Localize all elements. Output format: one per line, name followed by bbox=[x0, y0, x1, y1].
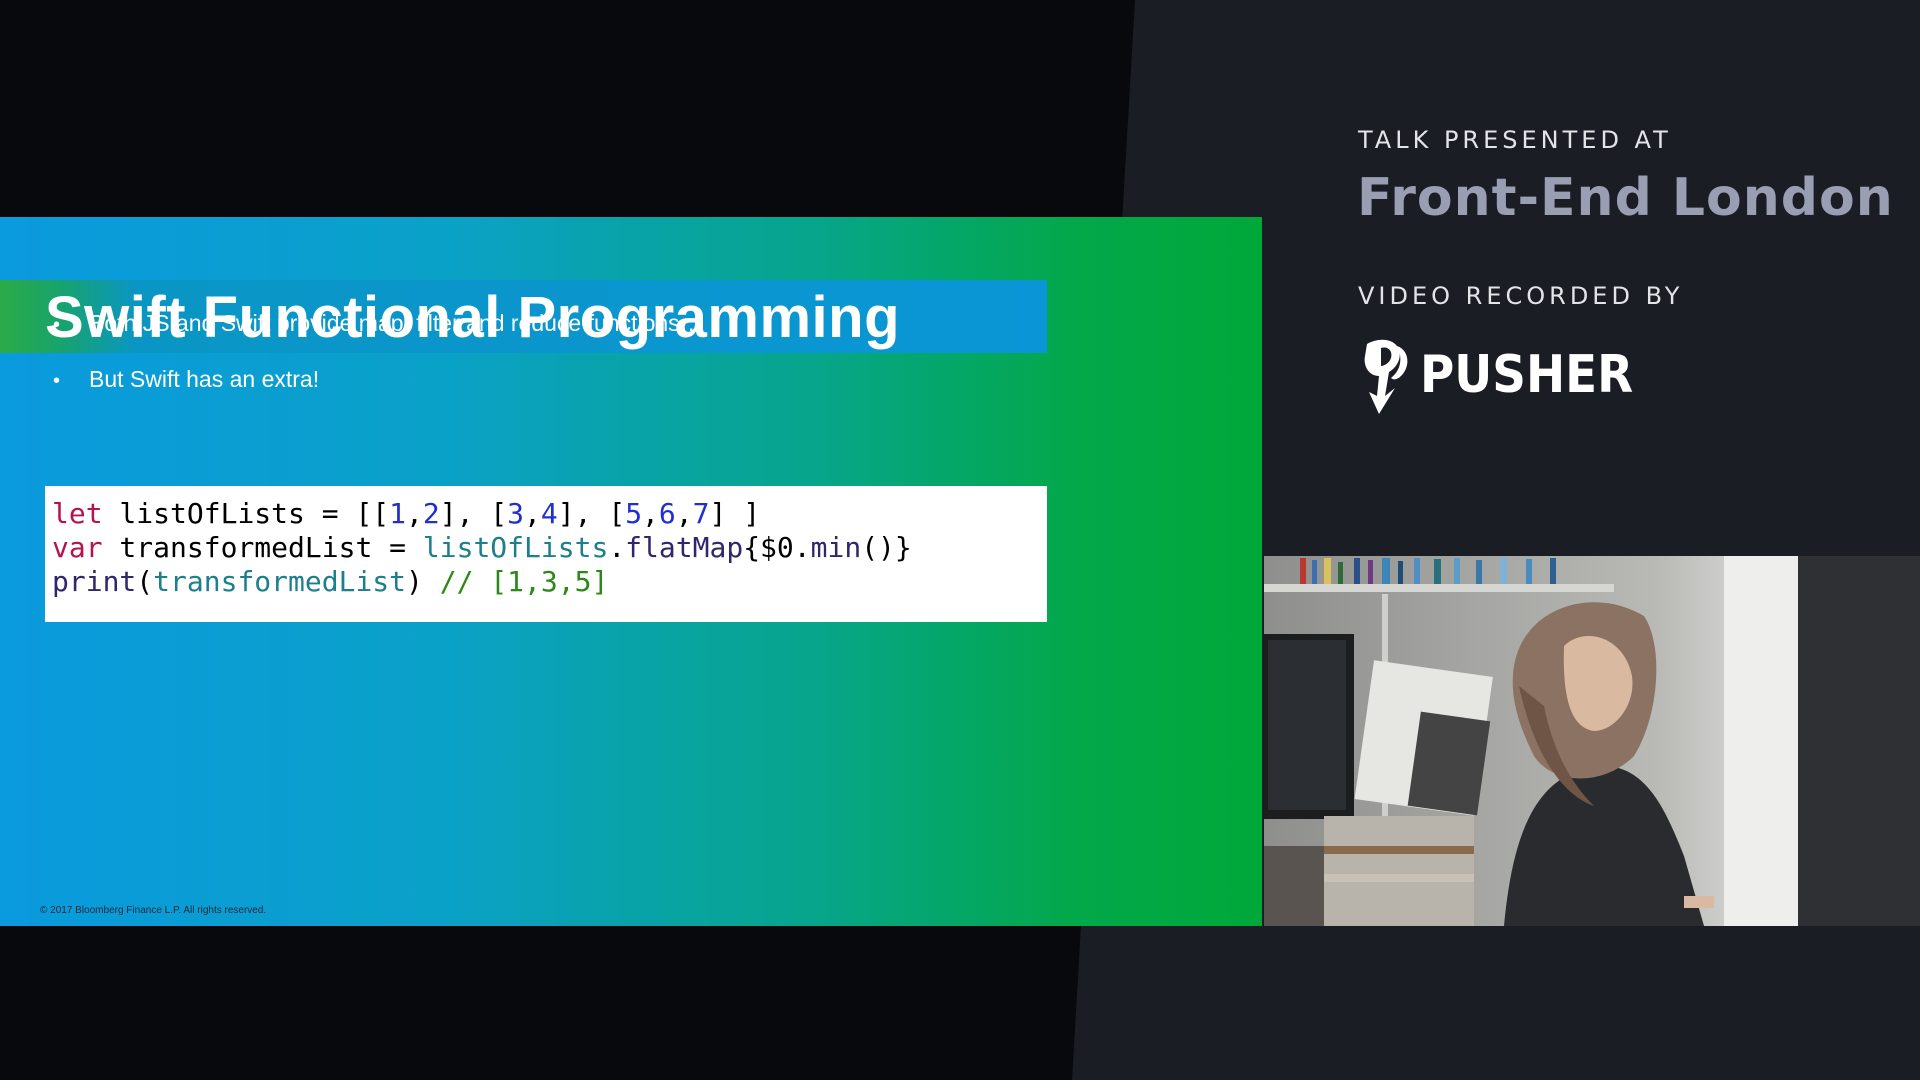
code-text: ], [ bbox=[557, 497, 626, 530]
code-text: ], [ bbox=[439, 497, 508, 530]
bullet-text: Both JS and Swift provide map, filter an… bbox=[89, 310, 703, 336]
code-text: , bbox=[524, 497, 541, 530]
code-text: ] ] bbox=[709, 497, 761, 530]
pusher-logo-icon bbox=[1364, 339, 1408, 414]
event-name: Front-End London bbox=[1357, 168, 1894, 228]
code-number: 2 bbox=[422, 497, 440, 530]
code-comment: // [1,3,5] bbox=[439, 565, 609, 598]
bullet-text: But Swift has an extra! bbox=[89, 366, 320, 392]
code-line-3: print(transformedList) // [1,3,5] bbox=[52, 565, 608, 598]
code-keyword: let bbox=[52, 497, 103, 530]
speaker-video bbox=[1264, 556, 1920, 926]
code-number: 3 bbox=[507, 497, 525, 530]
code-text: ()} bbox=[861, 531, 912, 564]
slide-copyright: © 2017 Bloomberg Finance L.P. All rights… bbox=[40, 905, 267, 916]
code-text: . bbox=[608, 531, 626, 564]
code-number: 7 bbox=[692, 497, 710, 530]
code-text: ( bbox=[136, 565, 154, 598]
bullet-dot: • bbox=[53, 314, 61, 336]
code-line-1: let listOfLists = [[1,2], [3,4], [5,6,7]… bbox=[52, 497, 760, 530]
code-line-2: var transformedList = listOfLists.flatMa… bbox=[52, 531, 912, 564]
bullet-item: • Both JS and Swift provide map, filter a… bbox=[53, 310, 703, 337]
code-number: 1 bbox=[389, 497, 407, 530]
code-identifier: transformedList bbox=[153, 565, 407, 598]
bullet-item: • But Swift has an extra! bbox=[53, 366, 319, 393]
code-text: transformedList = bbox=[102, 531, 423, 564]
speaker-video-frame bbox=[1264, 556, 1920, 926]
code-number: 5 bbox=[625, 497, 643, 530]
code-method: print bbox=[52, 565, 137, 598]
code-method: min bbox=[810, 531, 862, 564]
talk-presented-label: TALK PRESENTED AT bbox=[1358, 126, 1672, 154]
code-text: , bbox=[642, 497, 659, 530]
code-identifier: listOfLists bbox=[422, 531, 609, 564]
code-number: 4 bbox=[540, 497, 558, 530]
code-text: ) bbox=[406, 565, 440, 598]
code-text: listOfLists = [[ bbox=[102, 497, 390, 530]
code-text: {$0. bbox=[743, 531, 811, 564]
video-recorded-label: VIDEO RECORDED BY bbox=[1358, 282, 1684, 310]
code-keyword: var bbox=[52, 531, 103, 564]
code-block: let listOfLists = [[1,2], [3,4], [5,6,7]… bbox=[45, 486, 1047, 622]
bullet-dot: • bbox=[53, 370, 61, 392]
code-number: 6 bbox=[658, 497, 676, 530]
code-text: , bbox=[406, 497, 423, 530]
code-method: flatMap bbox=[625, 531, 744, 564]
code-text: , bbox=[675, 497, 693, 530]
presentation-slide: Swift Functional Programming • Both JS an… bbox=[0, 217, 1262, 926]
pusher-brand-text: PUSHER bbox=[1420, 345, 1634, 405]
